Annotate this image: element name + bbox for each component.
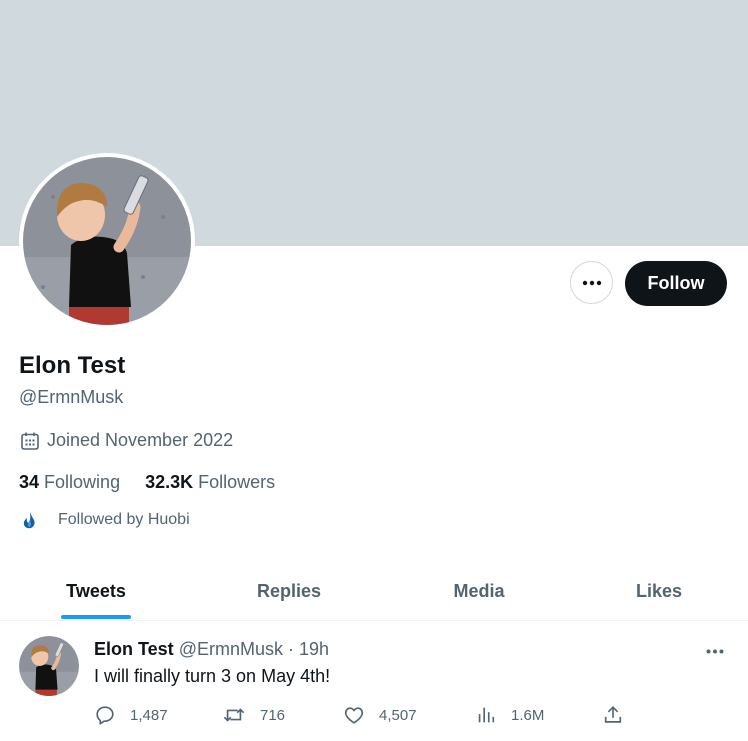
share-icon [604,706,622,723]
retweet-button[interactable]: 716 [222,704,285,726]
more-icon [582,280,601,285]
profile-handle: @ErmnMusk [19,387,124,407]
following-link[interactable]: 34 Following [19,472,120,493]
like-button[interactable]: 4,507 [343,704,417,726]
profile-avatar[interactable] [19,153,195,329]
huobi-flame-icon [23,512,35,529]
followers-count: 32.3K [145,472,194,492]
tab-tweets[interactable]: Tweets [61,562,131,620]
tweet-text: I will finally turn 3 on May 4th! [94,666,331,686]
following-label: Following [44,472,121,492]
tweet-item[interactable]: Elon Test @ErmnMusk · 19h I will finally… [0,621,748,741]
tweet-author-name[interactable]: Elon Test [94,639,174,659]
follow-stats: 34 Following 32.3K Followers [19,472,275,493]
more-options-button[interactable] [570,261,613,304]
reply-icon [96,706,114,725]
more-icon [706,649,724,653]
calendar-icon [21,432,39,450]
profile-name: Elon Test [19,352,126,379]
tweet-avatar-image [19,636,79,696]
like-count: 4,507 [379,706,417,724]
tab-likes[interactable]: Likes [628,562,690,620]
following-count: 34 [19,472,40,492]
tab-media[interactable]: Media [440,562,518,620]
followers-label: Followers [198,472,276,492]
tweet-avatar[interactable] [19,636,79,696]
tweet-more-button[interactable] [700,643,730,659]
views-icon [478,707,495,723]
reply-button[interactable]: 1,487 [94,704,168,726]
share-button[interactable] [602,704,624,726]
retweet-count: 716 [260,706,286,724]
views-count: 1.6M [511,706,545,724]
retweet-icon [223,708,245,722]
reply-count: 1,487 [130,706,168,724]
profile-tabs: Tweets Replies Media Likes [0,562,748,621]
joined-text: Joined November 2022 [47,430,234,450]
followed-by-text: Followed by Huobi [58,511,190,528]
tweet-separator: · [288,639,295,659]
joined-date: Joined November 2022 [20,430,233,451]
tweet-time[interactable]: 19h [299,639,329,659]
followers-link[interactable]: 32.3K Followers [145,472,275,493]
tweet-header: Elon Test @ErmnMusk · 19h [94,639,329,660]
tweet-author-handle[interactable]: @ErmnMusk [179,639,283,659]
followed-by[interactable]: Followed by Huobi [22,511,190,529]
follow-button[interactable]: Follow [625,261,727,306]
avatar-image [23,157,191,325]
tab-replies[interactable]: Replies [246,562,332,620]
active-tab-indicator [61,615,131,619]
views-button[interactable]: 1.6M [475,704,544,726]
like-icon [344,707,364,724]
tweet-actions: 1,487 716 4,507 1.6M [94,704,634,730]
